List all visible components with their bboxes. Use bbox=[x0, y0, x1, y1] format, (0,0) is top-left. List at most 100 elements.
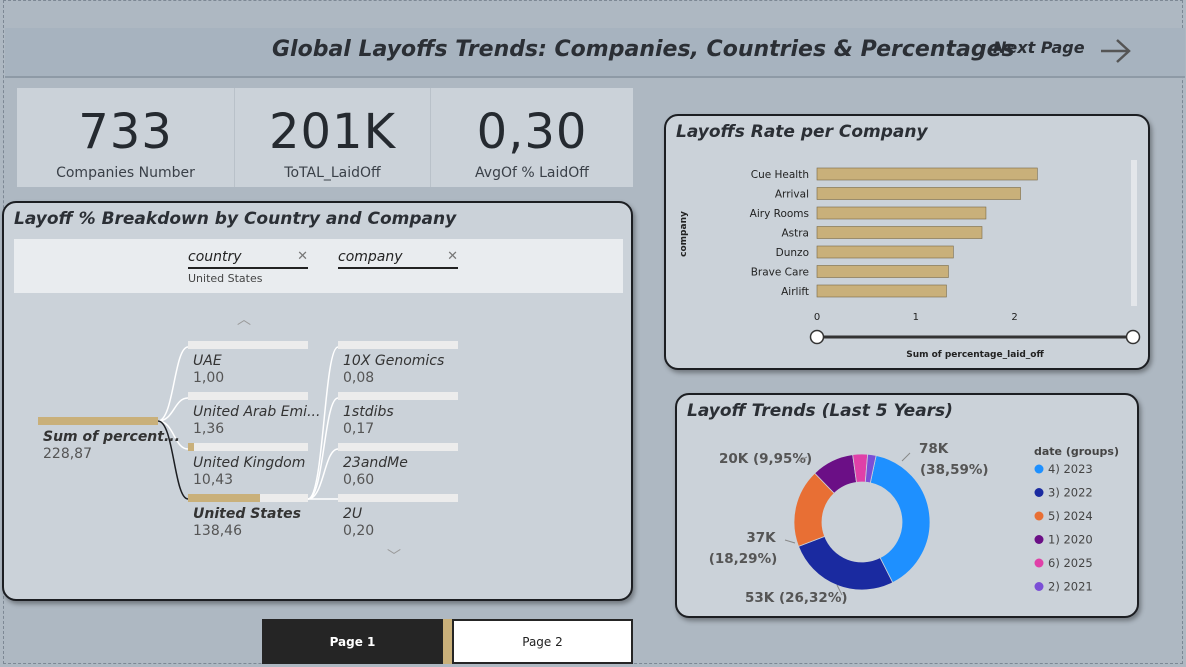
tree-connectors bbox=[157, 346, 339, 500]
company-node[interactable]: 10X Genomics 0,08 bbox=[343, 353, 444, 386]
tab-page-1[interactable]: Page 1 bbox=[262, 619, 443, 664]
country-bar bbox=[188, 341, 308, 349]
data-label: 53K (26,32%) bbox=[745, 590, 848, 606]
legend-item: 5) 2024 bbox=[1048, 509, 1093, 523]
legend-title: date (groups) bbox=[1034, 445, 1119, 458]
node-label: 23andMe bbox=[343, 455, 408, 471]
root-node[interactable]: Sum of percent... 228,87 bbox=[43, 429, 180, 462]
kpi-value: 733 bbox=[78, 104, 173, 160]
y-tick-label: Airlift bbox=[781, 286, 809, 298]
bar-fill bbox=[188, 443, 194, 451]
node-label: 2U bbox=[343, 506, 363, 522]
legend-item: 1) 2020 bbox=[1048, 533, 1093, 547]
legend-item: 6) 2025 bbox=[1048, 556, 1093, 570]
bar bbox=[816, 226, 983, 239]
legend-marker bbox=[1034, 511, 1044, 521]
legend-marker bbox=[1034, 464, 1044, 474]
bar-chart: Cue Health Arrival Airy Rooms Astra Dunzo Bra… bbox=[679, 160, 1141, 360]
node-label: Sum of percent... bbox=[43, 429, 180, 445]
layoff-trends-chart-card: Layoff Trends (Last 5 Years) 78K (38,59%)… bbox=[675, 393, 1139, 618]
country-node[interactable]: United Arab Emi... 1,36 bbox=[193, 404, 320, 437]
range-slider-handle[interactable] bbox=[1125, 329, 1141, 345]
y-tick-label: Arrival bbox=[775, 189, 809, 201]
arrow-right-icon[interactable] bbox=[1097, 36, 1133, 66]
country-node[interactable]: United Kingdom 10,43 bbox=[193, 455, 305, 488]
y-axis-title: company bbox=[679, 211, 689, 257]
node-value: 138,46 bbox=[193, 523, 242, 539]
legend-marker bbox=[1034, 558, 1044, 568]
company-node[interactable]: 2U 0,20 bbox=[343, 506, 374, 539]
country-bar bbox=[188, 443, 308, 451]
bar bbox=[816, 206, 987, 220]
node-value: 0,20 bbox=[343, 523, 375, 539]
legend-item: 2) 2021 bbox=[1048, 580, 1093, 594]
bar bbox=[816, 187, 1021, 200]
scrollbar[interactable] bbox=[1131, 160, 1137, 306]
bar bbox=[816, 265, 949, 278]
node-value: 1,00 bbox=[193, 370, 225, 386]
company-node[interactable]: 23andMe 0,60 bbox=[343, 455, 408, 488]
x-tick-label: 2 bbox=[1011, 312, 1017, 323]
y-tick-label: Dunzo bbox=[776, 247, 809, 259]
legend-item: 4) 2023 bbox=[1048, 462, 1093, 476]
donut-slice[interactable] bbox=[798, 535, 894, 591]
bar bbox=[816, 245, 954, 259]
country-node[interactable]: UAE 1,00 bbox=[193, 353, 224, 386]
chevron-down-icon[interactable]: ﹀ bbox=[387, 546, 401, 566]
company-bar bbox=[338, 392, 458, 400]
y-tick-label: Cue Health bbox=[751, 169, 809, 181]
node-value: 0,60 bbox=[343, 472, 375, 488]
page-navigator: Page 1 Page 2 bbox=[262, 619, 633, 664]
data-label: (38,59%) bbox=[920, 462, 989, 478]
chevron-up-icon[interactable]: ︿ bbox=[237, 309, 251, 329]
kpi-label: Companies Number bbox=[56, 165, 195, 181]
kpi-value: 0,30 bbox=[476, 104, 588, 160]
node-label: United Arab Emi... bbox=[193, 404, 321, 420]
layoffs-rate-chart-card: Layoffs Rate per Company Cue Health Arriv… bbox=[664, 114, 1150, 370]
kpi-total-laid-off: 201K ToTAL_LaidOff bbox=[235, 88, 431, 187]
kpi-strip: 733 Companies Number 201K ToTAL_LaidOff … bbox=[17, 88, 633, 187]
kpi-companies: 733 Companies Number bbox=[17, 88, 235, 187]
legend-marker bbox=[1034, 535, 1044, 544]
data-label: 20K (9,95%) bbox=[719, 451, 812, 467]
data-label: (18,29%) bbox=[709, 551, 778, 567]
legend-marker bbox=[1034, 582, 1044, 591]
leader-line bbox=[901, 452, 911, 462]
root-bar bbox=[38, 417, 158, 425]
kpi-avg-pct: 0,30 AvgOf % LaidOff bbox=[431, 88, 633, 187]
country-node[interactable]: United States 138,46 bbox=[193, 506, 301, 539]
leader-line bbox=[784, 539, 796, 544]
company-node[interactable]: 1stdibs 0,17 bbox=[343, 404, 394, 437]
kpi-label: ToTAL_LaidOff bbox=[284, 165, 381, 181]
bar bbox=[816, 167, 1038, 181]
donut-chart: 78K (38,59%) 53K (26,32%) 37K (18,29%) 20K (9… bbox=[709, 441, 1119, 606]
y-tick-label: Brave Care bbox=[751, 267, 809, 279]
node-label: 10X Genomics bbox=[343, 353, 445, 369]
node-label: UAE bbox=[193, 353, 222, 369]
company-bar bbox=[338, 443, 458, 451]
page-title: Global Layoffs Trends: Companies, Countr… bbox=[272, 37, 1015, 62]
legend-item: 3) 2022 bbox=[1048, 486, 1093, 500]
x-tick-label: 0 bbox=[814, 312, 820, 323]
bar-fill bbox=[188, 494, 260, 502]
node-label: 1stdibs bbox=[343, 404, 394, 420]
x-axis-title: Sum of percentage_laid_off bbox=[906, 350, 1044, 360]
decomposition-tree-card: Layoff % Breakdown by Country and Compan… bbox=[2, 201, 633, 601]
y-tick-label: Airy Rooms bbox=[750, 208, 809, 220]
node-value: 10,43 bbox=[193, 472, 234, 488]
data-label: 78K bbox=[919, 441, 949, 457]
range-slider-handle[interactable] bbox=[809, 329, 825, 345]
node-label: United Kingdom bbox=[193, 455, 306, 471]
company-bar bbox=[338, 494, 458, 502]
tab-page-2[interactable]: Page 2 bbox=[452, 619, 633, 664]
node-label: United States bbox=[193, 506, 301, 522]
next-page-button[interactable]: Next Page bbox=[993, 38, 1085, 57]
legend-marker bbox=[1034, 488, 1044, 497]
country-bar bbox=[188, 392, 308, 400]
country-bar bbox=[188, 494, 308, 502]
data-label: 37K bbox=[746, 530, 776, 546]
node-value: 0,08 bbox=[343, 370, 375, 386]
kpi-value: 201K bbox=[268, 104, 397, 160]
company-bar bbox=[338, 341, 458, 349]
header-bar: Global Layoffs Trends: Companies, Countr… bbox=[5, 28, 1185, 78]
